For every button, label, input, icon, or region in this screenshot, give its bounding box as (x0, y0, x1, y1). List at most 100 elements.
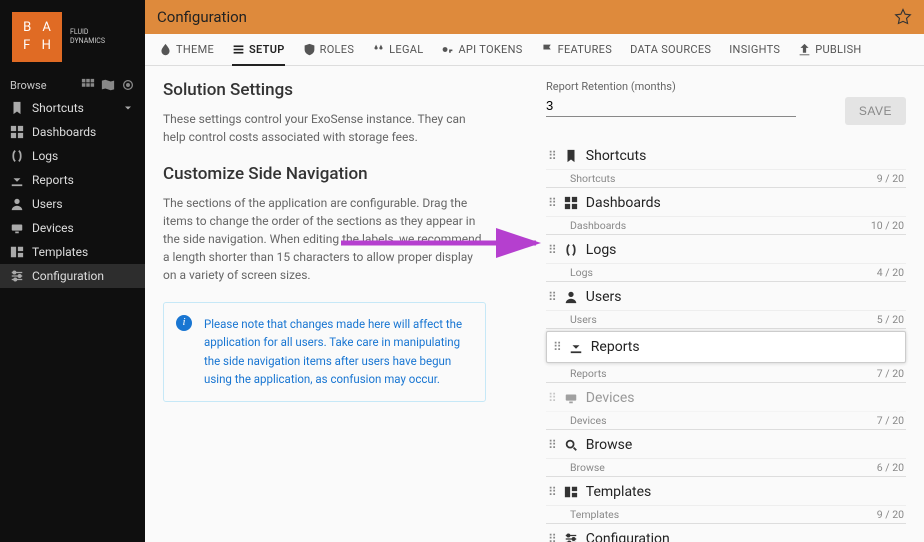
drag-handle-icon[interactable]: ⠿ (548, 149, 556, 163)
config-icon (564, 532, 578, 542)
tab-data-sources[interactable]: DATA SOURCES (630, 35, 711, 64)
sidebar-item-configuration[interactable]: Configuration (0, 264, 145, 288)
tab-roles[interactable]: ROLES (303, 35, 355, 64)
nav-config-label: Users (586, 289, 622, 305)
nav-config-label: Shortcuts (586, 148, 647, 164)
tab-label: API TOKENS (458, 43, 522, 56)
retention-input[interactable] (546, 95, 796, 117)
sidebar-item-label: Shortcuts (32, 101, 84, 115)
brand-mark: B A F H (12, 12, 62, 62)
count-value: 4 / 20 (877, 266, 904, 279)
bookmark-icon (10, 101, 24, 115)
user-icon (10, 197, 24, 211)
user-icon (564, 290, 578, 304)
page-title: Configuration (157, 8, 247, 26)
drag-handle-icon[interactable]: ⠿ (548, 391, 556, 405)
device-icon (10, 221, 24, 235)
count-label: Users (570, 313, 597, 326)
nav-config-row-users[interactable]: ⠿ Users (546, 284, 906, 311)
nav-config-list: ⠿ShortcutsShortcuts9 / 20⠿DashboardsDash… (546, 143, 906, 542)
count-value: 7 / 20 (877, 414, 904, 427)
flag-icon (541, 43, 554, 56)
tab-legal[interactable]: LEGAL (372, 35, 423, 64)
sidebar-item-templates[interactable]: Templates (0, 240, 145, 264)
nav-config-count-row: Dashboards10 / 20 (546, 217, 906, 235)
legal-icon (372, 43, 385, 56)
drag-handle-icon[interactable]: ⠿ (548, 290, 556, 304)
drag-handle-icon[interactable]: ⠿ (548, 243, 556, 257)
nav-config-row-browse[interactable]: ⠿Browse (546, 432, 906, 459)
tab-publish[interactable]: PUBLISH (798, 35, 861, 64)
sidebar-item-devices[interactable]: Devices (0, 216, 145, 240)
tab-label: FEATURES (558, 43, 612, 56)
tabs: THEME SETUP ROLES LEGAL API TOKENS FEATURES DA… (145, 34, 924, 66)
brand-logo: B A F H FLUID DYNAMICS (0, 0, 145, 74)
count-label: Templates (570, 508, 619, 521)
nav-config-row-devices[interactable]: ⠿Devices (546, 385, 906, 412)
drop-icon (159, 43, 172, 56)
nav-config-row-shortcuts[interactable]: ⠿ Shortcuts (546, 143, 906, 170)
device-icon (564, 391, 578, 405)
chevron-down-icon (121, 101, 135, 115)
sidebar-item-label: Templates (32, 245, 88, 259)
setup-icon (232, 43, 245, 56)
count-value: 10 / 20 (871, 219, 904, 232)
drag-handle-icon[interactable]: ⠿ (548, 532, 556, 542)
logs-icon (564, 243, 578, 257)
bookmark-icon (564, 149, 578, 163)
info-icon: i (176, 315, 192, 331)
tab-insights[interactable]: INSIGHTS (729, 35, 780, 64)
shield-icon (303, 43, 316, 56)
grid-icon[interactable] (81, 78, 95, 92)
nav-config-row-reports[interactable]: ⠿ Reports (546, 331, 906, 363)
nav-config-count-row: Users 5 / 20 (546, 311, 906, 329)
tab-features[interactable]: FEATURES (541, 35, 612, 64)
sidebar-item-shortcuts[interactable]: Shortcuts (0, 96, 145, 120)
sidebar-item-label: Users (32, 197, 63, 211)
retention-label: Report Retention (months) (546, 80, 833, 93)
tab-label: ROLES (320, 43, 355, 56)
sidebar-item-reports[interactable]: Reports (0, 168, 145, 192)
search-icon (564, 438, 578, 452)
map-icon[interactable] (101, 78, 115, 92)
sidebar-item-users[interactable]: Users (0, 192, 145, 216)
count-value: 6 / 20 (877, 461, 904, 474)
brand-word-2: DYNAMICS (70, 37, 105, 46)
nav-config-row-logs[interactable]: ⠿ Logs (546, 237, 906, 264)
nav-config-row-templates[interactable]: ⠿ Templates (546, 479, 906, 506)
tab-setup[interactable]: SETUP (232, 35, 285, 66)
brand-text: FLUID DYNAMICS (70, 28, 105, 46)
drag-handle-icon[interactable]: ⠿ (553, 340, 561, 354)
nav-config-label: Reports (591, 339, 640, 355)
tab-theme[interactable]: THEME (159, 35, 214, 64)
count-value: 5 / 20 (877, 313, 904, 326)
drag-handle-icon[interactable]: ⠿ (548, 196, 556, 210)
drag-handle-icon[interactable]: ⠿ (548, 438, 556, 452)
download-icon (569, 340, 583, 354)
sidebar-item-logs[interactable]: Logs (0, 144, 145, 168)
tab-label: SETUP (249, 43, 285, 56)
download-icon (10, 173, 24, 187)
count-label: Shortcuts (570, 172, 615, 185)
nav-config-row-dashboards[interactable]: ⠿ Dashboards (546, 190, 906, 217)
brand-letters-1: B A (23, 19, 55, 37)
dashboard-icon (10, 125, 24, 139)
nav-config-label: Templates (586, 484, 652, 500)
count-label: Devices (570, 414, 607, 427)
nav-config-row-configuration[interactable]: ⠿ Configuration (546, 526, 906, 542)
favorite-star-icon[interactable] (894, 8, 912, 26)
sidebar-item-label: Reports (32, 173, 74, 187)
sidebar-nav: Shortcuts Dashboards Logs Reports Users Devic… (0, 96, 145, 288)
config-icon (10, 269, 24, 283)
retention-save-button[interactable]: SAVE (845, 97, 906, 125)
nav-config-label: Logs (586, 242, 617, 258)
customize-nav-heading: Customize Side Navigation (163, 164, 486, 184)
drag-handle-icon[interactable]: ⠿ (548, 485, 556, 499)
customize-nav-desc: The sections of the application are conf… (163, 194, 486, 284)
nav-config-label: Dashboards (586, 195, 661, 211)
sidebar-item-dashboards[interactable]: Dashboards (0, 120, 145, 144)
sidebar-item-label: Logs (32, 149, 58, 163)
target-icon[interactable] (121, 78, 135, 92)
tab-api-tokens[interactable]: API TOKENS (441, 35, 522, 64)
nav-config-label: Configuration (586, 531, 670, 542)
